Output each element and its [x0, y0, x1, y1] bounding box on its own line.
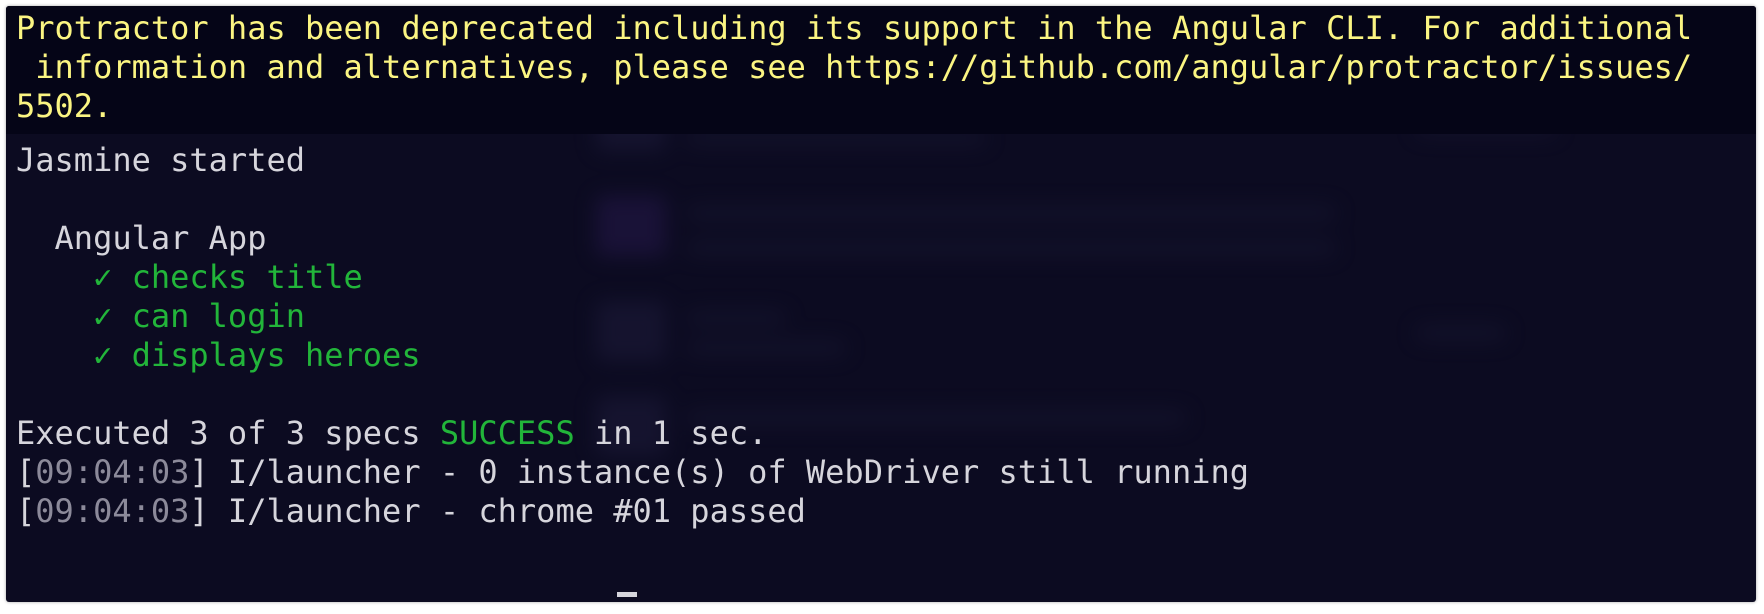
summary-suffix: in 1 sec. — [574, 414, 768, 452]
banner-line-1: Protractor has been deprecated including… — [16, 9, 1693, 47]
log-message: I/launcher - chrome #01 passed — [208, 492, 806, 530]
check-icon: ✓ — [93, 336, 113, 374]
terminal-window[interactable]: Protractor has been deprecated including… — [6, 6, 1756, 602]
suite-name-line: Angular App — [16, 216, 267, 260]
jasmine-started-line: Jasmine started — [16, 141, 305, 179]
deprecation-warning-banner: Protractor has been deprecated including… — [6, 6, 1756, 134]
banner-line-3: 5502. — [16, 87, 113, 125]
log-timestamp: 09:04:03 — [35, 453, 190, 491]
spec-result-line: ✓ displays heroes — [16, 333, 421, 377]
log-bracket-close: ] — [189, 492, 209, 530]
summary-prefix: Executed 3 of 3 specs — [16, 414, 440, 452]
log-line: [09:04:03] I/launcher - 0 instance(s) of… — [16, 450, 1249, 494]
log-message: I/launcher - 0 instance(s) of WebDriver … — [208, 453, 1249, 491]
log-line: [09:04:03] I/launcher - chrome #01 passe… — [16, 489, 806, 533]
spec-result-line: ✓ checks title — [16, 255, 363, 299]
log-bracket-close: ] — [189, 453, 209, 491]
summary-line: Executed 3 of 3 specs SUCCESS in 1 sec. — [16, 411, 767, 455]
check-icon: ✓ — [93, 297, 113, 335]
spec-name: can login — [131, 297, 305, 335]
check-icon: ✓ — [93, 258, 113, 296]
banner-line-2: information and alternatives, please see… — [16, 48, 1693, 86]
terminal-cursor — [617, 592, 637, 597]
spec-name: checks title — [131, 258, 363, 296]
suite-name: Angular App — [54, 219, 267, 257]
spec-result-line: ✓ can login — [16, 294, 305, 338]
log-bracket-open: [ — [16, 453, 36, 491]
spec-name: displays heroes — [131, 336, 421, 374]
log-timestamp: 09:04:03 — [35, 492, 190, 530]
success-status: SUCCESS — [439, 414, 575, 452]
log-bracket-open: [ — [16, 492, 36, 530]
